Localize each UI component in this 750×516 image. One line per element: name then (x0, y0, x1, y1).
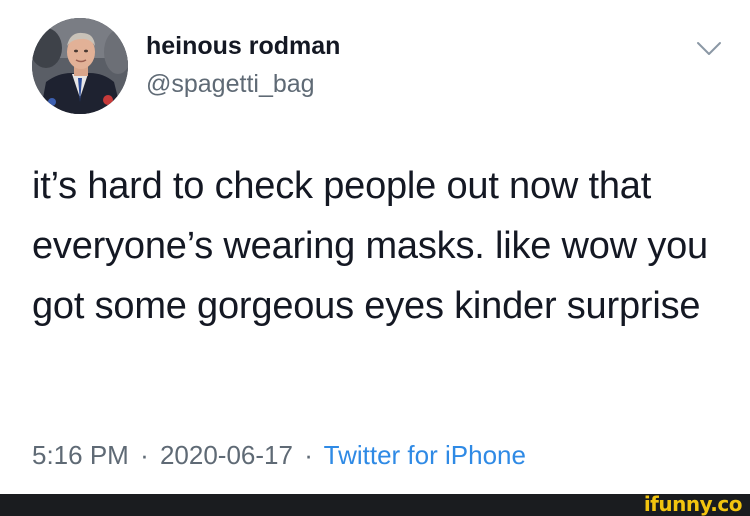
tweet-card: heinous rodman @spagetti_bag it’s hard t… (0, 0, 750, 494)
watermark-bar: ifunny.co (0, 492, 750, 516)
tweet-metadata: 5:16 PM · 2020-06-17 · Twitter for iPhon… (32, 440, 526, 471)
tweet-text: it’s hard to check people out now that e… (32, 165, 708, 327)
tweet-source-link[interactable]: Twitter for iPhone (324, 440, 526, 470)
meta-separator: · (140, 440, 149, 470)
avatar[interactable] (32, 18, 128, 114)
profile-photo-icon (32, 18, 128, 114)
author-handle[interactable]: @spagetti_bag (146, 70, 315, 99)
author-display-name[interactable]: heinous rodman (146, 32, 340, 61)
chevron-down-icon[interactable] (696, 40, 722, 58)
tweet-date[interactable]: 2020-06-17 (160, 440, 293, 470)
meta-separator: · (304, 440, 313, 470)
ifunny-watermark: ifunny.co (643, 492, 743, 516)
tweet-time[interactable]: 5:16 PM (32, 440, 129, 470)
